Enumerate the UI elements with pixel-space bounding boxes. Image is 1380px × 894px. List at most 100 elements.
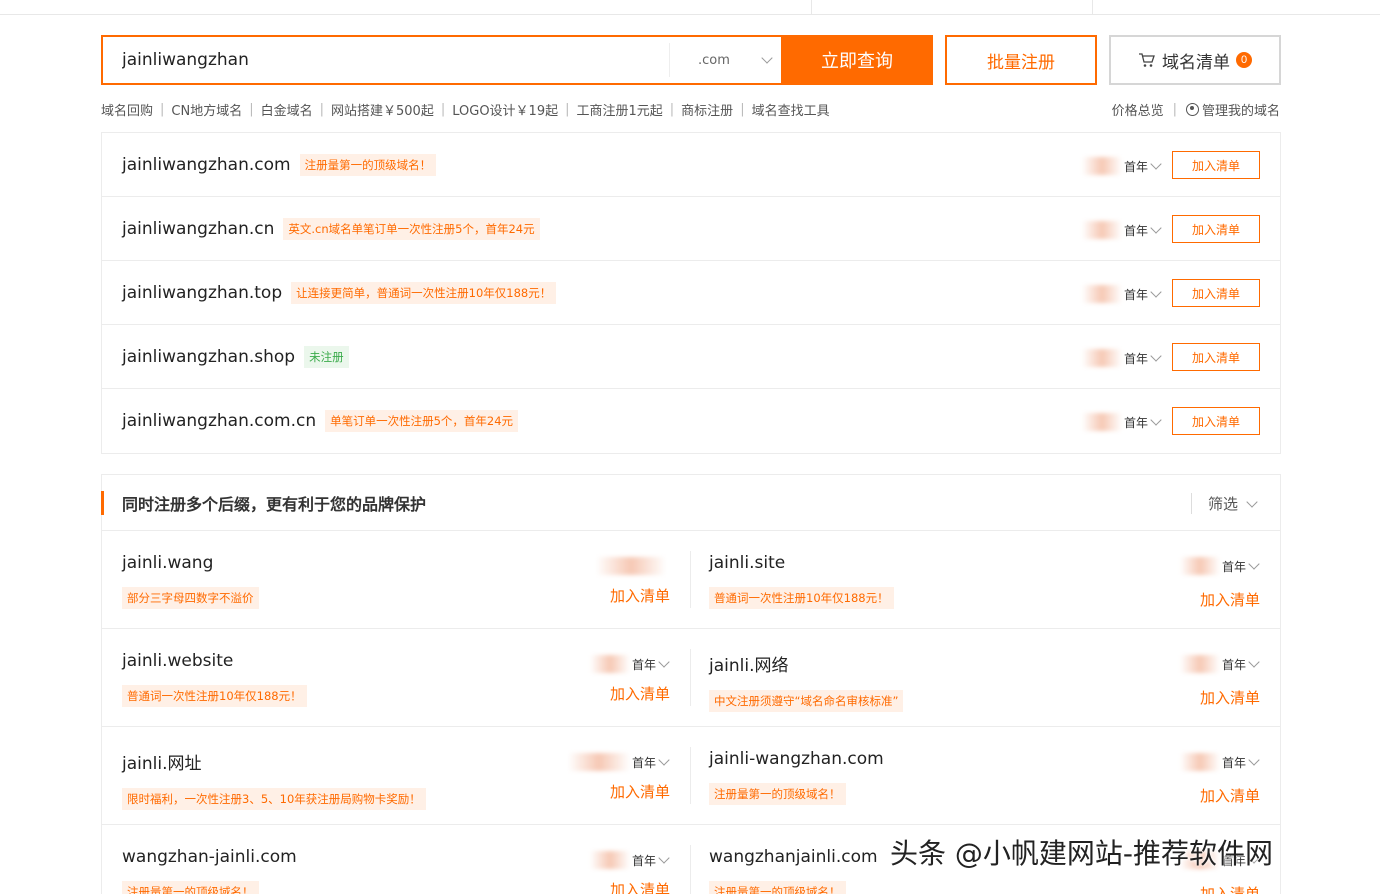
chevron-down-icon: [1150, 158, 1162, 170]
suffix-select[interactable]: .com: [669, 43, 781, 77]
promo-tag: 让连接更简单，普通词一次性注册10年仅188元！: [291, 281, 557, 304]
domain-name: jainliwangzhan.shop: [122, 346, 296, 367]
chevron-down-icon: [1248, 754, 1260, 766]
price-selector[interactable]: 首年: [1179, 655, 1260, 673]
manage-domains-link[interactable]: 管理我的域名: [1202, 100, 1280, 119]
price-selector[interactable]: 首年: [1081, 285, 1162, 303]
suggestion-row: jainli.网址 限时福利，一次性注册3、5、10年获注册局购物卡奖励！ 首年…: [102, 727, 1280, 825]
blurred-price: [596, 557, 666, 575]
price-selector[interactable]: 首年: [1081, 221, 1162, 239]
section-header: 同时注册多个后缀，更有利于您的品牌保护 筛选: [101, 475, 1280, 531]
chevron-down-icon: [1150, 414, 1162, 426]
add-to-list-link[interactable]: 加入清单: [1200, 589, 1260, 610]
add-to-list-button[interactable]: 加入清单: [1172, 151, 1260, 179]
search-button[interactable]: 立即查询: [781, 35, 933, 85]
year-label: 首年: [631, 657, 656, 672]
suggestion-cell: jainli.网络 中文注册须遵守“域名命名审核标准” 首年 加入清单: [691, 629, 1280, 726]
suggestion-row: jainli.wang 部分三字母四数字不溢价 加入清单 jainli.site…: [102, 531, 1280, 629]
domain-name: jainli-wangzhan.com: [709, 749, 884, 769]
blurred-price: [589, 655, 630, 673]
price-selector[interactable]: 首年: [1179, 753, 1260, 771]
chevron-down-icon: [1150, 350, 1162, 362]
promo-tag: 单笔订单一次性注册5个，首年24元: [325, 410, 519, 432]
chevron-down-icon: [1248, 558, 1260, 570]
suggestion-cell: wangzhan-jainli.com 注册量第一的顶级域名！ 首年 加入清单: [102, 845, 691, 894]
quick-link[interactable]: 域名回购: [101, 100, 153, 119]
price-selector[interactable]: 首年: [1179, 557, 1260, 575]
search-input[interactable]: [103, 37, 669, 83]
year-label: 首年: [1123, 159, 1148, 174]
quick-link[interactable]: LOGO设计￥19起: [452, 100, 558, 119]
promo-tag: 英文.cn域名单笔订单一次性注册5个，首年24元: [283, 217, 540, 240]
price-selector[interactable]: 首年: [1081, 349, 1162, 367]
domain-name: jainliwangzhan.com: [122, 154, 291, 175]
quick-link[interactable]: 商标注册: [681, 100, 733, 119]
suggestion-row: jainli.website 普通词一次性注册10年仅188元！ 首年 加入清单…: [102, 629, 1280, 727]
chevron-down-icon: [658, 754, 670, 766]
domain-name: jainliwangzhan.top: [122, 282, 283, 303]
domain-name: jainli.website: [122, 651, 234, 671]
blurred-price: [567, 753, 630, 771]
price-selector[interactable]: [596, 557, 668, 575]
price-selector[interactable]: 首年: [1081, 413, 1162, 431]
filter-dropdown[interactable]: 筛选: [1190, 493, 1258, 514]
result-row: jainliwangzhan.top 让连接更简单，普通词一次性注册10年仅18…: [102, 261, 1280, 325]
promo-tag: 普通词一次性注册10年仅188元！: [122, 685, 307, 707]
user-icon: [1185, 103, 1199, 116]
domain-name: jainli.wang: [122, 553, 214, 573]
quick-link[interactable]: 域名查找工具: [752, 100, 830, 119]
add-to-list-link[interactable]: 加入清单: [610, 585, 670, 606]
blurred-price: [589, 851, 630, 869]
suggestion-cell: jainli-wangzhan.com 注册量第一的顶级域名！ 首年 加入清单: [691, 727, 1280, 824]
blurred-price: [1179, 655, 1220, 673]
price-selector[interactable]: 首年: [589, 851, 670, 869]
add-to-list-link[interactable]: 加入清单: [1200, 687, 1260, 708]
add-to-list-link[interactable]: 加入清单: [610, 683, 670, 704]
promo-tag: 部分三字母四数字不溢价: [122, 587, 259, 609]
top-bar-divider: [811, 0, 812, 14]
top-bar: [0, 0, 1380, 15]
suggestion-cell: jainli.site 普通词一次性注册10年仅188元！ 首年 加入清单: [691, 531, 1280, 628]
result-row: jainliwangzhan.com 注册量第一的顶级域名！ 首年 加入清单: [102, 133, 1280, 197]
cart-label: 域名清单: [1162, 52, 1230, 72]
cart-icon: [1139, 53, 1155, 67]
search-results: jainliwangzhan.com 注册量第一的顶级域名！ 首年 加入清单 j…: [101, 132, 1281, 454]
add-to-list-button[interactable]: 加入清单: [1172, 343, 1260, 371]
chevron-down-icon: [761, 52, 773, 64]
price-selector[interactable]: 首年: [589, 655, 670, 673]
blurred-price: [1081, 285, 1122, 303]
result-row: jainliwangzhan.cn 英文.cn域名单笔订单一次性注册5个，首年2…: [102, 197, 1280, 261]
quick-link[interactable]: 白金域名: [261, 100, 313, 119]
suggestion-cell: jainli.网址 限时福利，一次性注册3、5、10年获注册局购物卡奖励！ 首年…: [102, 747, 691, 810]
price-selector[interactable]: 首年: [1081, 157, 1162, 175]
blurred-price: [1081, 349, 1122, 367]
domain-name: wangzhan-jainli.com: [122, 847, 297, 867]
account-links: 价格总览 | 管理我的域名: [1111, 100, 1280, 119]
promo-tag: 注册量第一的顶级域名！: [709, 881, 846, 894]
promo-tag: 注册量第一的顶级域名！: [709, 783, 846, 805]
add-to-list-link[interactable]: 加入清单: [610, 781, 670, 802]
add-to-list-link[interactable]: 加入清单: [1200, 785, 1260, 806]
promo-tag: 注册量第一的顶级域名！: [299, 153, 437, 176]
batch-register-button[interactable]: 批量注册: [945, 35, 1097, 85]
multi-suffix-section: 同时注册多个后缀，更有利于您的品牌保护 筛选 jainli.wang 部分三字母…: [101, 474, 1281, 894]
result-row: jainliwangzhan.com.cn 单笔订单一次性注册5个，首年24元 …: [102, 389, 1280, 453]
add-to-list-button[interactable]: 加入清单: [1172, 215, 1260, 243]
status-tag: 未注册: [304, 345, 349, 368]
add-to-list-link[interactable]: 加入清单: [1200, 883, 1260, 894]
quick-link[interactable]: CN地方域名: [171, 100, 242, 119]
chevron-down-icon: [1150, 222, 1162, 234]
add-to-list-button[interactable]: 加入清单: [1172, 407, 1260, 435]
blurred-price: [1081, 157, 1122, 175]
price-selector[interactable]: 首年: [567, 753, 670, 771]
blurred-price: [1179, 753, 1220, 771]
chevron-down-icon: [1246, 495, 1258, 508]
domain-cart-button[interactable]: 域名清单 0: [1109, 35, 1281, 85]
promo-tag: 注册量第一的顶级域名！: [122, 881, 259, 894]
add-to-list-button[interactable]: 加入清单: [1172, 279, 1260, 307]
quick-link[interactable]: 工商注册1元起: [577, 100, 663, 119]
price-overview-link[interactable]: 价格总览: [1112, 100, 1164, 119]
domain-name: jainli.网络: [709, 656, 789, 676]
quick-link[interactable]: 网站搭建￥500起: [331, 100, 434, 119]
add-to-list-link[interactable]: 加入清单: [610, 879, 670, 894]
